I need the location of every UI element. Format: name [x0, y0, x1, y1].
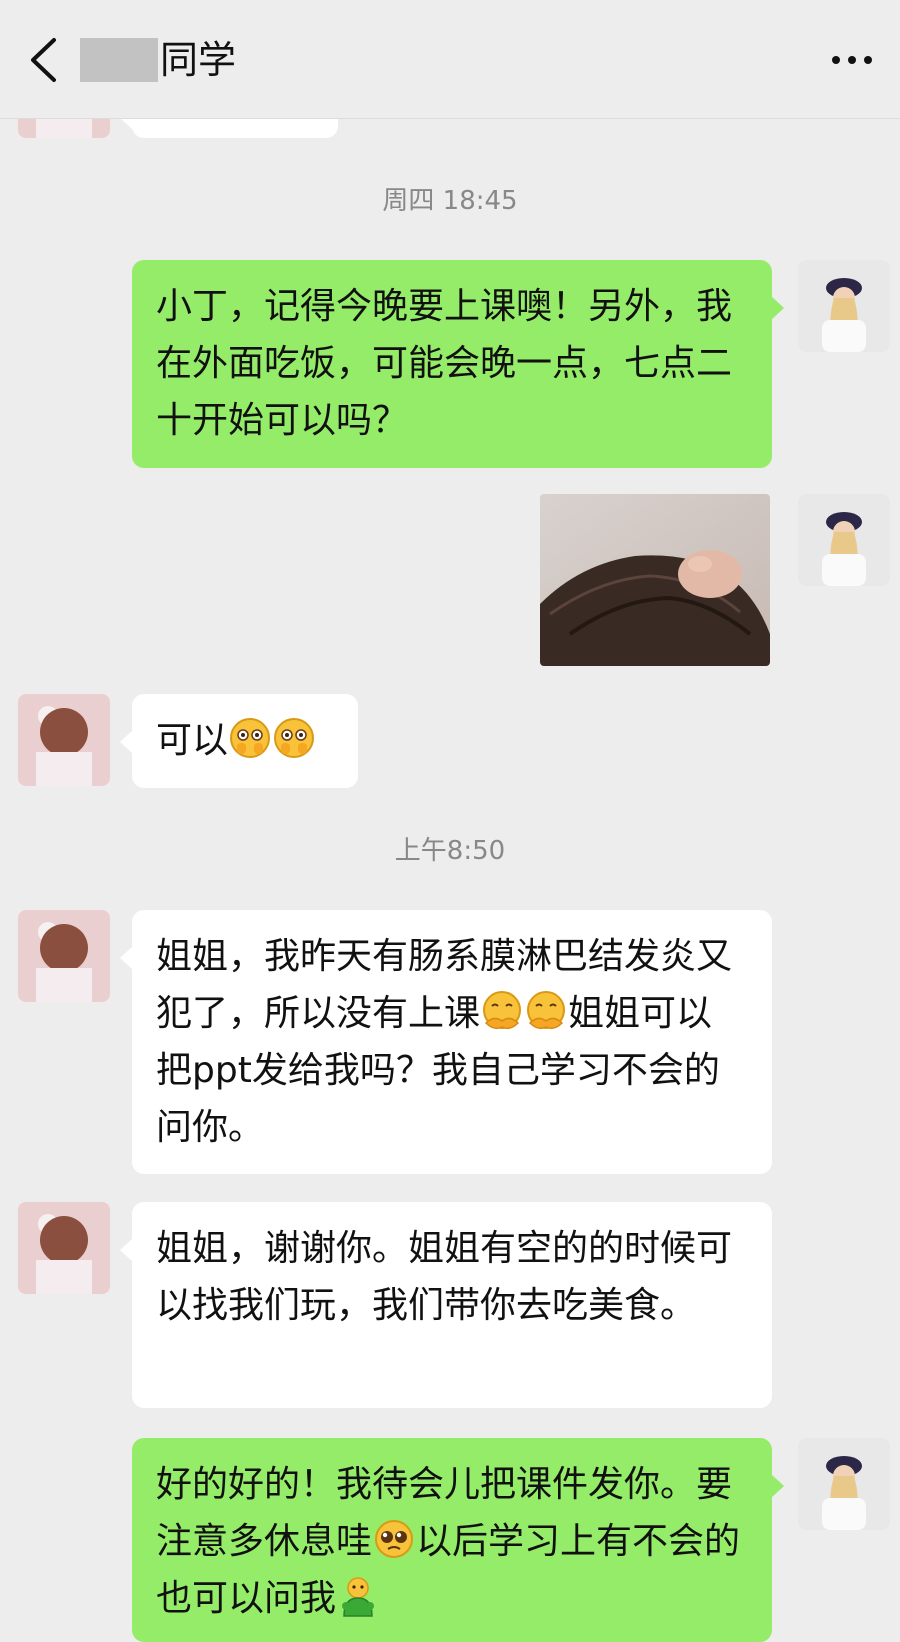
- message-bubble-outgoing[interactable]: 好的好的！我待会儿把课件发你。要注意多休息哇 以后学习上有不会的也可以问我: [132, 1438, 784, 1642]
- timestamp: 上午8:50: [394, 836, 506, 866]
- chat-header: 同学: [0, 0, 900, 119]
- hugging-face-emoji: [524, 989, 568, 1033]
- peek-face-emoji: [272, 716, 316, 760]
- message-text: 可以: [156, 720, 229, 761]
- redacted-name: [80, 38, 158, 82]
- photo-hair-image: [540, 494, 770, 666]
- more-dot: [864, 56, 872, 64]
- more-dot: [848, 56, 856, 64]
- my-avatar[interactable]: [798, 1438, 890, 1530]
- more-dot: [832, 56, 840, 64]
- message-bubble-incoming[interactable]: 姐姐，谢谢你。姐姐有空的的时候可以找我们玩，我们带你去吃美食。: [120, 1202, 772, 1408]
- message-bubble-incoming[interactable]: 姐姐，我昨天有肠系膜淋巴结发炎又犯了，所以没有上课 姐姐可以把ppt发给我吗？我自…: [120, 910, 772, 1174]
- chevron-left-icon: [31, 38, 56, 82]
- chat-title[interactable]: 同学: [160, 36, 236, 84]
- peek-face-emoji: [228, 716, 272, 760]
- photo-message[interactable]: [540, 494, 770, 666]
- contact-avatar[interactable]: [18, 1202, 110, 1294]
- my-avatar[interactable]: [798, 494, 890, 586]
- hugging-face-emoji: [480, 989, 524, 1033]
- timestamp: 周四 18:45: [382, 186, 518, 216]
- green-doll-emoji: [336, 1574, 380, 1618]
- message-bubble-outgoing[interactable]: 小丁，记得今晚要上课噢！另外，我在外面吃饭，可能会晚一点，七点二十开始可以吗？: [132, 260, 784, 468]
- message-bubble-incoming[interactable]: 可以: [120, 694, 358, 788]
- contact-avatar[interactable]: [18, 694, 110, 786]
- more-options-button[interactable]: [822, 38, 882, 82]
- my-avatar[interactable]: [798, 260, 890, 352]
- contact-avatar[interactable]: [18, 910, 110, 1002]
- back-button[interactable]: [18, 30, 68, 90]
- pleading-face-emoji: [372, 1517, 416, 1561]
